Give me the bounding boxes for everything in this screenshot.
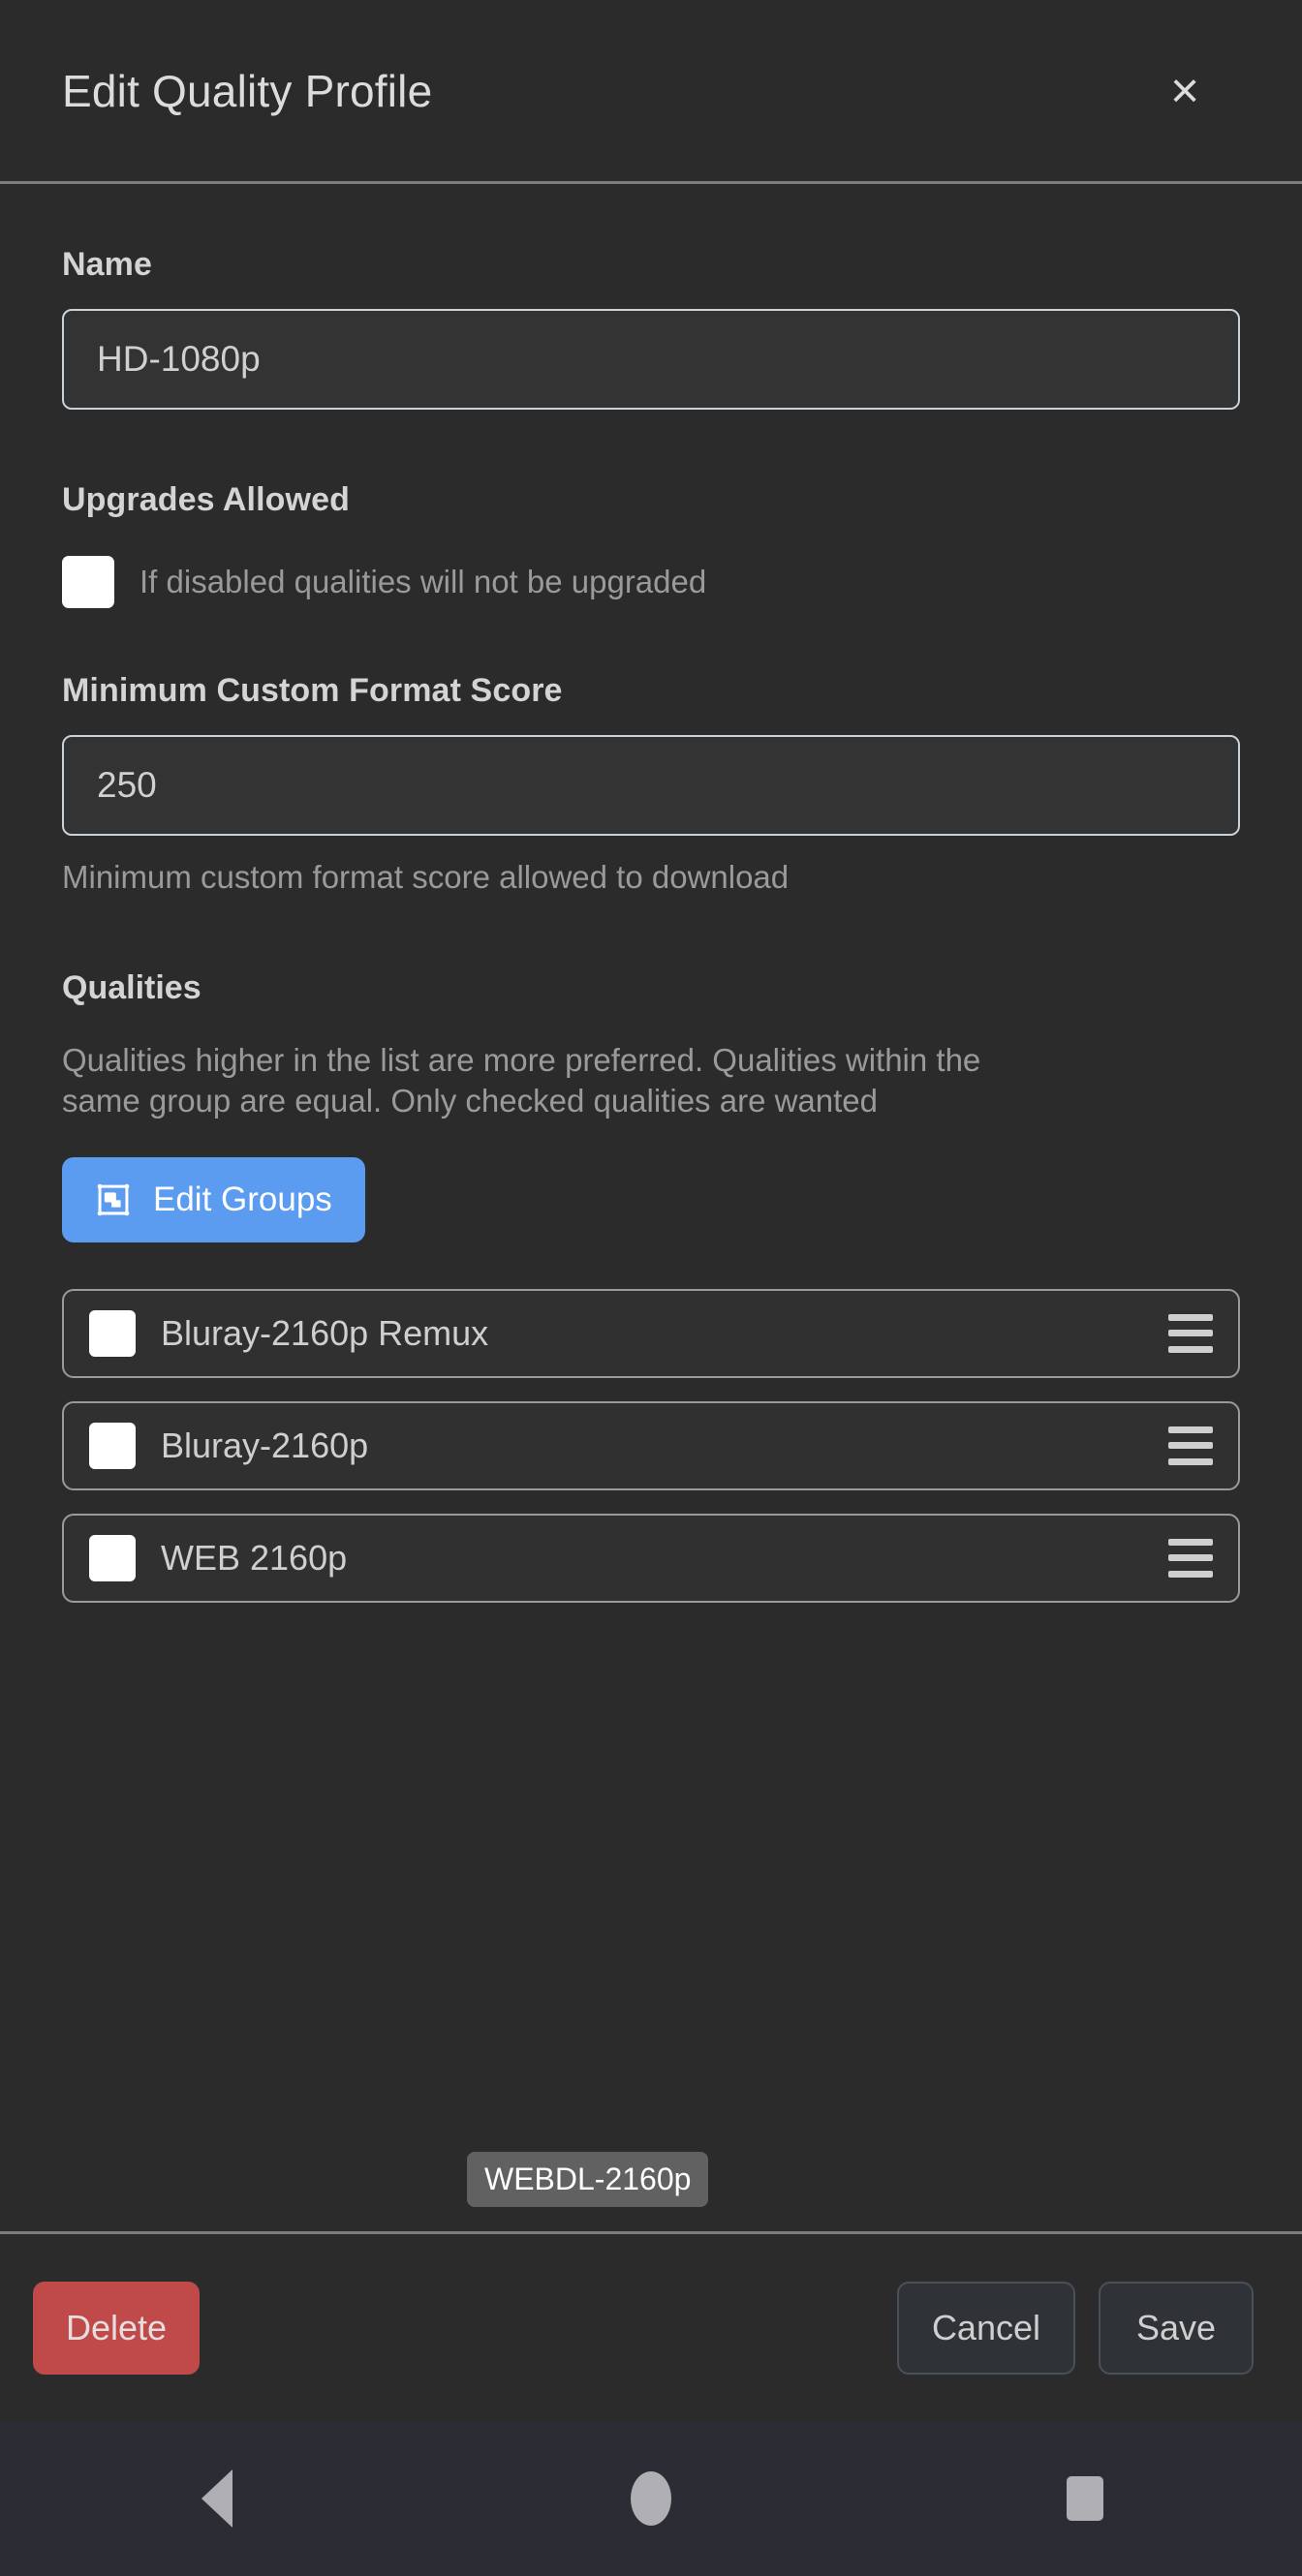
quality-checkbox[interactable] [89, 1309, 136, 1357]
quality-list-item[interactable]: Bluray-2160p [62, 1400, 1240, 1490]
upgrades-allowed-label: Upgrades Allowed [62, 481, 350, 518]
android-navigation-bar [0, 2421, 1302, 2576]
cancel-button[interactable]: Cancel [896, 2281, 1075, 2375]
name-input[interactable] [62, 309, 1240, 410]
upgrades-allowed-checkbox-label: If disabled qualities will not be upgrad… [140, 564, 707, 599]
footer-actions: Cancel Save [896, 2281, 1254, 2375]
dialog-footer: Delete Cancel Save [0, 2231, 1302, 2421]
min-custom-format-score-label: Minimum Custom Format Score [62, 672, 563, 709]
upgrades-allowed-row[interactable]: If disabled qualities will not be upgrad… [62, 556, 1240, 608]
edit-groups-button-label: Edit Groups [153, 1180, 332, 1218]
home-circle-icon[interactable] [593, 2440, 709, 2557]
close-icon[interactable]: × [1151, 57, 1219, 125]
quality-name: WEB 2160p [161, 1537, 348, 1578]
qualities-help: Qualities higher in the list are more pr… [62, 1042, 981, 1119]
name-field-group: Name [62, 246, 1240, 410]
qualities-group: Qualities Qualities higher in the list a… [62, 969, 1240, 1603]
drag-handle-icon[interactable] [1168, 1426, 1213, 1465]
edit-quality-profile-dialog: Edit Quality Profile × Name Upgrades All… [0, 0, 1302, 2576]
drag-handle-icon[interactable] [1168, 1538, 1213, 1578]
dialog-header: Edit Quality Profile × [0, 0, 1302, 184]
upgrades-allowed-checkbox[interactable] [62, 556, 114, 608]
edit-groups-button[interactable]: Edit Groups [62, 1156, 365, 1242]
upgrades-allowed-group: Upgrades Allowed If disabled qualities w… [62, 481, 1240, 608]
min-custom-format-score-help: Minimum custom format score allowed to d… [62, 859, 790, 895]
group-objects-icon [95, 1181, 132, 1218]
qualities-label: Qualities [62, 969, 202, 1007]
delete-button[interactable]: Delete [33, 2281, 201, 2375]
quality-list-item[interactable]: Bluray-2160p Remux [62, 1288, 1240, 1378]
min-custom-format-score-group: Minimum Custom Format Score Minimum cust… [62, 672, 1240, 898]
dialog-body: Name Upgrades Allowed If disabled qualit… [0, 184, 1302, 2231]
quality-checkbox[interactable] [89, 1422, 136, 1469]
drag-handle-icon[interactable] [1168, 1313, 1213, 1353]
recents-square-icon[interactable] [1027, 2440, 1143, 2557]
drag-tooltip: WEBDL-2160p [467, 2152, 709, 2207]
quality-list-item[interactable]: WEB 2160p [62, 1513, 1240, 1603]
back-triangle-icon[interactable] [159, 2440, 275, 2557]
name-label: Name [62, 246, 153, 283]
quality-name: Bluray-2160p Remux [161, 1312, 489, 1353]
quality-checkbox[interactable] [89, 1534, 136, 1581]
quality-name: Bluray-2160p [161, 1425, 369, 1465]
min-custom-format-score-input[interactable] [62, 735, 1240, 836]
page-title: Edit Quality Profile [62, 65, 433, 116]
save-button[interactable]: Save [1099, 2281, 1254, 2375]
